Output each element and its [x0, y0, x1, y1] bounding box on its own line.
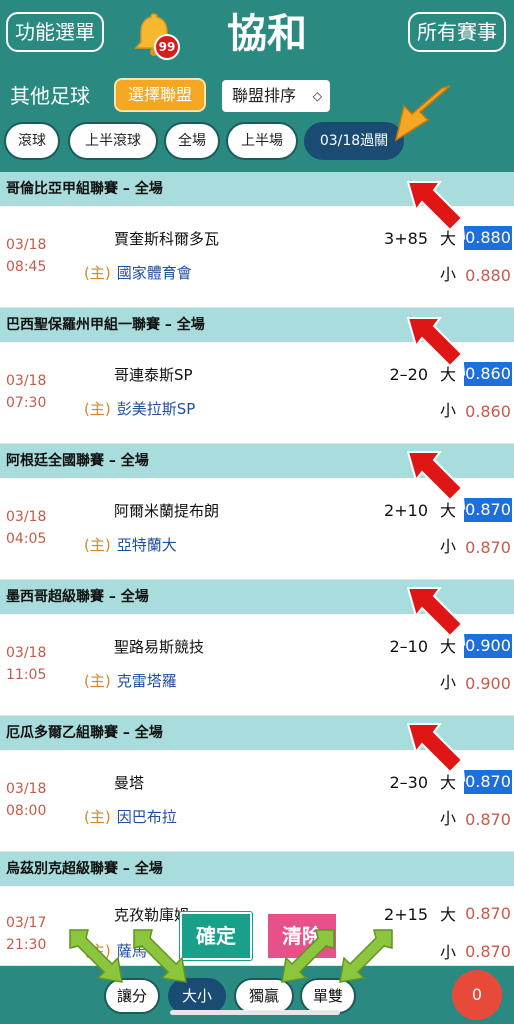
under-odds[interactable]: 0.860	[464, 400, 512, 424]
red-arrow-icon	[406, 723, 466, 782]
league-header[interactable]: 烏茲別克超級聯賽 – 全場	[0, 852, 514, 886]
league-sort-select[interactable]: 聯盟排序 ◇	[222, 80, 330, 112]
home-team: 阿爾米蘭提布朗	[114, 502, 220, 520]
sport-title: 其他足球	[10, 84, 90, 108]
brand-title: 協和	[227, 10, 307, 57]
chevron-updown-icon: ◇	[312, 89, 322, 103]
match-datetime: 03/18 08:45	[6, 237, 47, 275]
green-arrow-icon	[69, 929, 123, 983]
chip-live[interactable]: 滾球	[4, 122, 60, 160]
red-arrow-icon	[406, 451, 466, 510]
away-team: (主) 彭美拉斯SP	[84, 400, 196, 418]
chip-first-half[interactable]: 上半場	[226, 122, 298, 160]
chip-first-half-live[interactable]: 上半滾球	[68, 122, 158, 160]
over-odds[interactable]: 0.900	[464, 634, 512, 658]
chip-full-time[interactable]: 全場	[164, 122, 220, 160]
under-label: 小	[440, 265, 457, 284]
under-odds[interactable]: 0.870	[464, 536, 512, 560]
match-datetime: 03/18 04:05	[6, 509, 47, 547]
home-team: 曼塔	[114, 774, 145, 792]
away-team: (主) 克雷塔羅	[84, 672, 177, 690]
menu-button[interactable]: 功能選單	[6, 12, 104, 52]
under-label: 小	[440, 537, 457, 556]
under-odds[interactable]: 0.880	[464, 264, 512, 288]
over-odds[interactable]: 0.880	[464, 226, 512, 250]
under-label: 小	[440, 401, 457, 420]
away-team: (主) 亞特蘭大	[84, 536, 177, 554]
pick-league-button[interactable]: 選擇聯盟	[114, 78, 206, 112]
green-arrow-icon	[133, 929, 187, 983]
red-arrow-icon	[406, 181, 466, 240]
over-odds[interactable]: 0.860	[464, 362, 512, 386]
away-team: (主) 國家體育會	[84, 264, 192, 282]
home-team: 聖路易斯競技	[114, 638, 205, 656]
green-arrow-icon	[339, 929, 393, 983]
away-team: (主) 因巴布拉	[84, 808, 177, 826]
under-odds[interactable]: 0.900	[464, 672, 512, 696]
red-arrow-icon	[406, 317, 466, 376]
under-label: 小	[440, 943, 457, 962]
green-arrow-icon	[281, 929, 335, 983]
over-label: 大	[440, 905, 457, 924]
under-odds[interactable]: 0.870	[464, 940, 512, 964]
under-label: 小	[440, 673, 457, 692]
match-datetime: 03/17 21:30	[6, 915, 47, 953]
under-label: 小	[440, 809, 457, 828]
orange-arrow-icon	[394, 85, 451, 142]
bet-slip-count[interactable]: 0	[452, 970, 502, 1020]
notification-badge: 99	[154, 34, 180, 60]
total-line: 2+15	[384, 905, 428, 924]
all-events-button[interactable]: 所有賽事	[408, 12, 506, 52]
over-odds[interactable]: 0.870	[464, 498, 512, 522]
match-datetime: 03/18 11:05	[6, 645, 47, 683]
under-odds[interactable]: 0.870	[464, 808, 512, 832]
over-odds[interactable]: 0.870	[464, 902, 512, 926]
app-header: 功能選單 99 協和 所有賽事	[0, 0, 514, 68]
over-odds[interactable]: 0.870	[464, 770, 512, 794]
match-datetime: 03/18 08:00	[6, 781, 47, 819]
match-datetime: 03/18 07:30	[6, 373, 47, 411]
home-indicator	[170, 1010, 340, 1015]
red-arrow-icon	[406, 587, 466, 646]
league-sort-label: 聯盟排序	[232, 86, 297, 105]
home-team: 哥連泰斯SP	[114, 366, 193, 384]
home-team: 克孜勒庫姆	[114, 906, 190, 924]
home-team: 賈奎斯科爾多瓦	[114, 230, 220, 248]
